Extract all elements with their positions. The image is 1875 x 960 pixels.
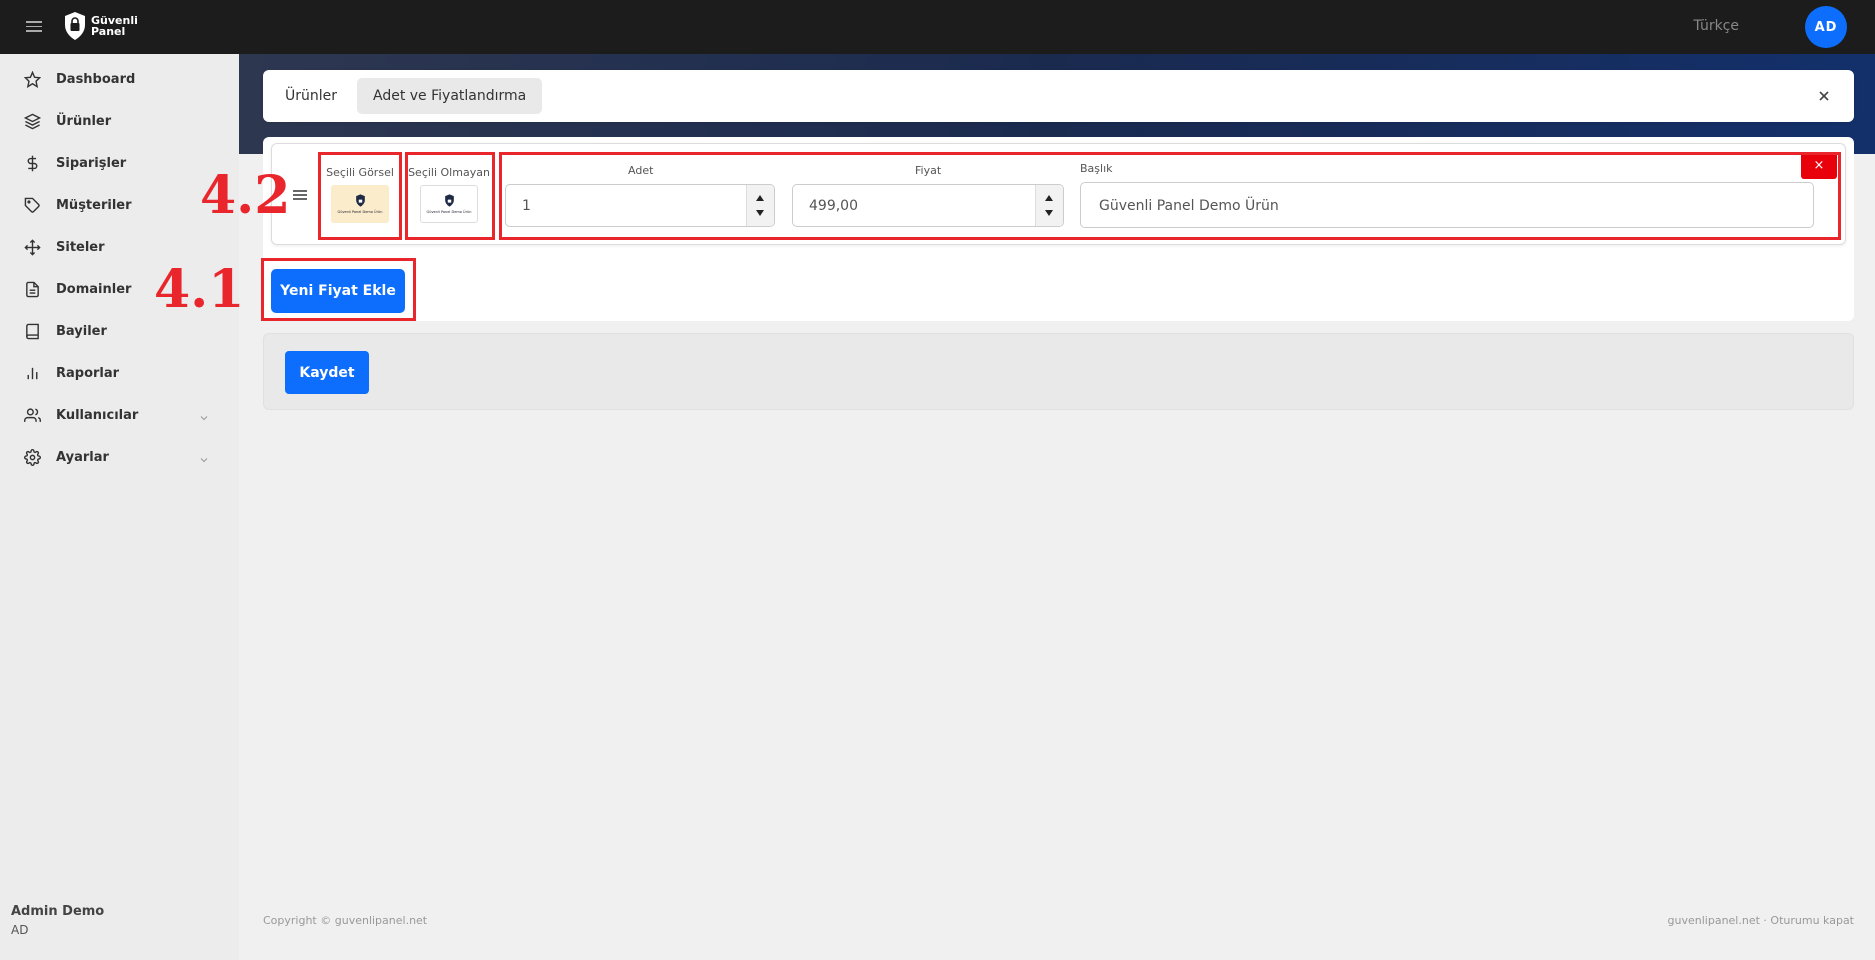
drag-handle-icon[interactable] bbox=[293, 190, 307, 200]
sidebar-item-label: Ürünler bbox=[56, 113, 112, 129]
bar-chart-icon bbox=[24, 365, 41, 382]
annotation-box-selected-image bbox=[318, 152, 402, 240]
move-icon bbox=[24, 238, 41, 256]
sidebar-item-kullanicilar[interactable]: Kullanıcılar bbox=[0, 394, 239, 436]
annotation-box-unselected-image bbox=[405, 152, 495, 240]
shield-lock-icon bbox=[65, 12, 85, 40]
document-icon bbox=[24, 281, 41, 298]
star-icon bbox=[24, 70, 41, 88]
sidebar-user: Admin Demo AD bbox=[11, 904, 104, 937]
sidebar-item-label: Siteler bbox=[56, 239, 105, 255]
annotation-box-input-fields bbox=[499, 152, 1841, 240]
annotation-label-4-2: 4.2 bbox=[200, 165, 291, 226]
sidebar-item-dashboard[interactable]: Dashboard bbox=[0, 58, 239, 100]
chevron-down-icon[interactable] bbox=[198, 451, 210, 463]
footer-links: guvenlipanel.net · Oturumu kapat bbox=[1668, 914, 1854, 927]
hamburger-menu-icon[interactable] bbox=[26, 18, 42, 34]
annotation-label-4-1: 4.1 bbox=[154, 259, 245, 320]
users-icon bbox=[24, 407, 41, 424]
gear-icon bbox=[24, 448, 41, 466]
annotation-box-add-button bbox=[261, 258, 416, 321]
book-icon bbox=[24, 323, 41, 340]
sidebar-item-ayarlar[interactable]: Ayarlar bbox=[0, 436, 239, 478]
footer-site-link[interactable]: guvenlipanel.net bbox=[1668, 914, 1760, 927]
save-button[interactable]: Kaydet bbox=[285, 351, 369, 394]
sidebar-user-name: Admin Demo bbox=[11, 904, 105, 919]
tab-bar: Ürünler Adet ve Fiyatlandırma bbox=[263, 70, 1854, 122]
tab-adet-ve-fiyatlandirma[interactable]: Adet ve Fiyatlandırma bbox=[357, 78, 543, 114]
user-avatar[interactable]: AD bbox=[1805, 6, 1847, 48]
layers-icon bbox=[24, 113, 41, 130]
dollar-icon bbox=[24, 155, 41, 172]
logout-link[interactable]: Oturumu kapat bbox=[1770, 914, 1854, 927]
sidebar-user-initials: AD bbox=[11, 923, 29, 937]
brand-logo[interactable]: Güvenli Panel bbox=[63, 11, 138, 41]
sidebar-item-label: Bayiler bbox=[56, 323, 107, 339]
sidebar-item-label: Dashboard bbox=[56, 71, 136, 87]
tag-icon bbox=[24, 197, 41, 214]
sidebar-item-label: Siparişler bbox=[56, 155, 127, 171]
footer-copyright: Copyright © guvenlipanel.net bbox=[263, 914, 428, 927]
sidebar-item-urunler[interactable]: Ürünler bbox=[0, 100, 239, 142]
sidebar-item-label: Müşteriler bbox=[56, 197, 132, 213]
brand-name-line2: Panel bbox=[91, 25, 126, 38]
tab-urunler[interactable]: Ürünler bbox=[269, 78, 353, 114]
save-panel bbox=[263, 333, 1854, 410]
sidebar-item-label: Kullanıcılar bbox=[56, 407, 139, 423]
top-bar: Güvenli Panel Türkçe AD bbox=[0, 0, 1875, 54]
sidebar-item-label: Domainler bbox=[56, 281, 132, 297]
language-selector[interactable]: Türkçe bbox=[1693, 18, 1739, 34]
footer-separator: · bbox=[1763, 914, 1767, 927]
sidebar-item-raporlar[interactable]: Raporlar bbox=[0, 352, 239, 394]
close-icon[interactable] bbox=[1814, 86, 1834, 106]
chevron-down-icon[interactable] bbox=[198, 409, 210, 421]
sidebar-item-label: Ayarlar bbox=[56, 449, 109, 465]
sidebar-item-label: Raporlar bbox=[56, 365, 120, 381]
